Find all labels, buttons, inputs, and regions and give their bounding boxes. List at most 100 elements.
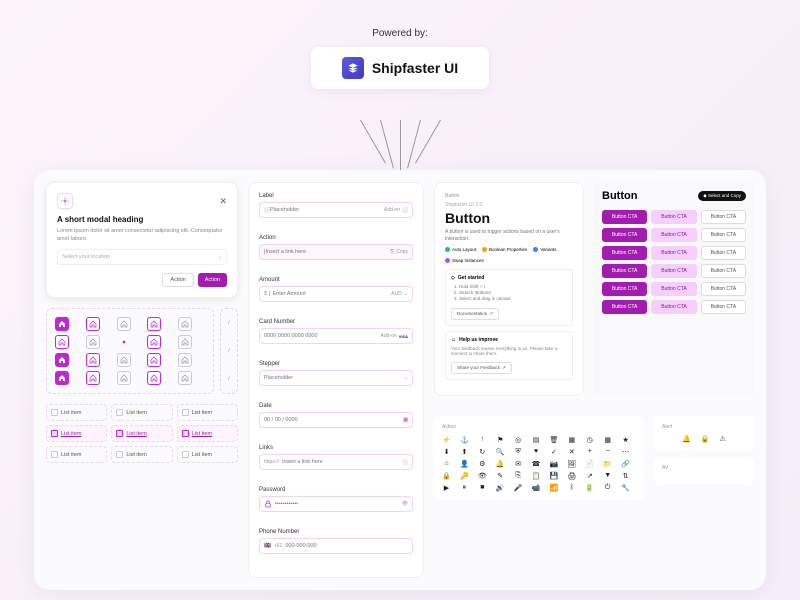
list-item[interactable]: List item: [177, 404, 238, 421]
check-icon[interactable]: ✓: [549, 447, 558, 456]
close-icon[interactable]: ✕: [567, 447, 576, 456]
camera-icon[interactable]: 📷: [549, 459, 558, 468]
list-item[interactable]: List item: [111, 404, 172, 421]
user-icon[interactable]: 👤: [460, 459, 469, 468]
bell-icon[interactable]: 🔔: [496, 459, 505, 468]
links-input[interactable]: https://: [259, 454, 413, 470]
play-icon[interactable]: ▶: [442, 483, 451, 492]
button-cta-outline[interactable]: Button CTA: [701, 282, 746, 296]
button-cta-primary[interactable]: Button CTA: [602, 300, 647, 314]
label-input[interactable]: Add-on: [259, 202, 413, 218]
bolt-icon[interactable]: ⚡: [442, 435, 451, 444]
home-icon[interactable]: [117, 371, 131, 385]
home-icon[interactable]: [178, 335, 192, 349]
stop-icon[interactable]: ■: [478, 483, 487, 492]
amount-input[interactable]: $ | AUD ⌄: [259, 286, 413, 302]
button-cta-outline[interactable]: Button CTA: [701, 300, 746, 314]
share-icon[interactable]: ↗: [585, 471, 594, 480]
home-icon[interactable]: [178, 317, 192, 331]
calendar-icon[interactable]: ▦: [567, 435, 576, 444]
documentation-link[interactable]: Documentation ↗: [451, 308, 499, 320]
arrow-icon[interactable]: ↑: [478, 435, 487, 444]
location-select[interactable]: Select your location ⌄: [57, 249, 227, 265]
card-input[interactable]: Add-on VISA: [259, 328, 413, 344]
bluetooth-icon[interactable]: ᛒ: [567, 483, 576, 492]
copy-icon[interactable]: ⎘ Copy: [390, 249, 408, 255]
button-cta-outline[interactable]: Button CTA: [701, 210, 746, 224]
home-icon[interactable]: [147, 317, 161, 331]
flag-icon[interactable]: ⚑: [496, 435, 505, 444]
upload-icon[interactable]: ⬆: [460, 447, 469, 456]
battery-icon[interactable]: 🔋: [585, 483, 594, 492]
password-input[interactable]: 👁: [259, 496, 413, 512]
sort-icon[interactable]: ⇅: [621, 471, 630, 480]
home-icon[interactable]: [147, 353, 161, 367]
lock-icon[interactable]: 🔒: [442, 471, 451, 480]
eye-icon[interactable]: 👁: [478, 471, 487, 480]
clock-icon[interactable]: ◷: [585, 435, 594, 444]
volume-icon[interactable]: 🔊: [496, 483, 505, 492]
button-cta-primary[interactable]: Button CTA: [602, 210, 647, 224]
home-icon[interactable]: [147, 335, 161, 349]
button-cta-outline[interactable]: Button CTA: [701, 264, 746, 278]
list-item[interactable]: List item: [46, 404, 107, 421]
button-cta-primary[interactable]: Button CTA: [602, 282, 647, 296]
target-icon[interactable]: ◎: [514, 435, 523, 444]
trash-icon[interactable]: 🗑: [549, 435, 558, 444]
list-item[interactable]: List item: [46, 425, 107, 442]
home-icon[interactable]: [55, 371, 69, 385]
image-icon[interactable]: 🖼: [567, 459, 576, 468]
home-icon[interactable]: [86, 317, 100, 331]
gear-icon[interactable]: ⚙: [478, 459, 487, 468]
anchor-icon[interactable]: ⚓: [460, 435, 469, 444]
star-icon[interactable]: ★: [621, 435, 630, 444]
home-icon[interactable]: [55, 335, 69, 349]
copy-icon[interactable]: ⎘: [514, 471, 523, 480]
list-item[interactable]: List item: [177, 446, 238, 463]
home-icon[interactable]: [55, 353, 69, 367]
close-icon[interactable]: ✕: [219, 196, 227, 207]
date-input[interactable]: ▦: [259, 412, 413, 428]
list-item[interactable]: List item: [111, 446, 172, 463]
shield-icon[interactable]: ⛨: [514, 447, 523, 456]
button-cta-light[interactable]: Button CTA: [651, 282, 696, 296]
mic-icon[interactable]: 🎤: [514, 483, 523, 492]
filter-icon[interactable]: ▼: [603, 471, 612, 480]
list-item[interactable]: List item: [46, 446, 107, 463]
home-icon[interactable]: [117, 353, 131, 367]
home-icon[interactable]: [178, 353, 192, 367]
wifi-icon[interactable]: 📶: [549, 483, 558, 492]
warning-icon[interactable]: ⚠: [720, 435, 726, 443]
more-icon[interactable]: ⋯: [621, 447, 630, 456]
grid-icon[interactable]: ▦: [603, 435, 612, 444]
file-icon[interactable]: 📄: [585, 459, 594, 468]
action-input[interactable]: | ⎘ Copy: [259, 244, 413, 260]
button-cta-primary[interactable]: Button CTA: [602, 264, 647, 278]
button-cta-light[interactable]: Button CTA: [651, 210, 696, 224]
phone-input[interactable]: 🇬🇧 +61: [259, 538, 413, 554]
home-icon[interactable]: [86, 371, 100, 385]
flag-icon[interactable]: 🇬🇧: [264, 543, 271, 549]
plus-icon[interactable]: +: [585, 447, 594, 456]
button-cta-primary[interactable]: Button CTA: [602, 246, 647, 260]
heart-icon[interactable]: ♥: [532, 447, 541, 456]
save-icon[interactable]: 💾: [549, 471, 558, 480]
minus-icon[interactable]: −: [603, 447, 612, 456]
button-cta-primary[interactable]: Button CTA: [602, 228, 647, 242]
list-item[interactable]: List item: [177, 425, 238, 442]
refresh-icon[interactable]: ↻: [478, 447, 487, 456]
home-icon[interactable]: [147, 371, 161, 385]
modal-action-secondary[interactable]: Action: [162, 273, 193, 287]
pause-icon[interactable]: ⏸: [460, 483, 469, 492]
feedback-link[interactable]: Share your Feedback ↗: [451, 362, 512, 374]
search-icon[interactable]: 🔍: [496, 447, 505, 456]
video-icon[interactable]: 📹: [532, 483, 541, 492]
bell-icon[interactable]: 🔔: [682, 435, 691, 443]
mail-icon[interactable]: ✉: [514, 459, 523, 468]
home-icon[interactable]: [117, 335, 131, 349]
edit-icon[interactable]: ✎: [496, 471, 505, 480]
home-icon[interactable]: ⌂: [442, 459, 451, 468]
chevron-down-icon[interactable]: ⌄: [404, 375, 408, 381]
eye-icon[interactable]: 👁: [402, 501, 408, 507]
modal-action-primary[interactable]: Action: [198, 273, 227, 287]
